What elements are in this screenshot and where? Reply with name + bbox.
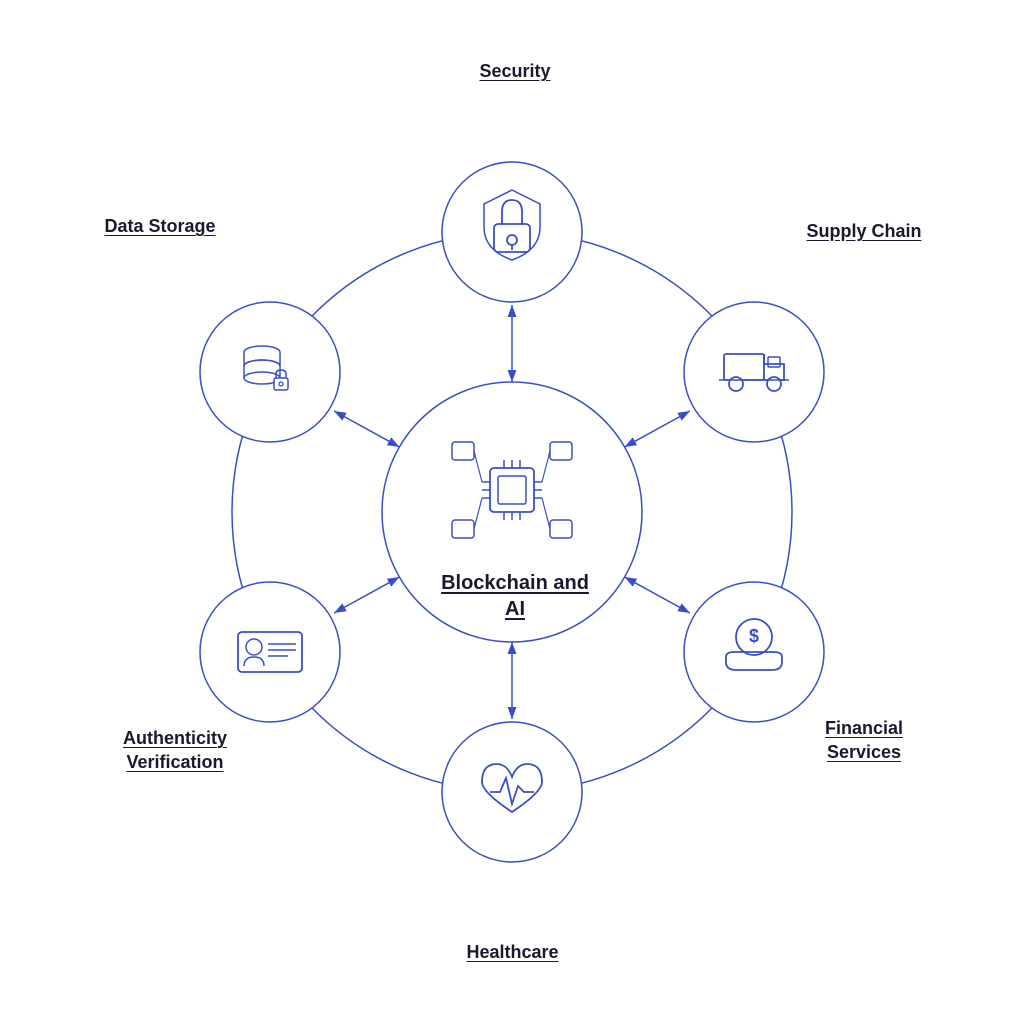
supply-chain-label: Supply Chain: [804, 220, 924, 243]
data-storage-label: Data Storage: [95, 215, 225, 238]
authenticity-label: Authenticity Verification: [90, 727, 260, 774]
diagram-container: $: [0, 0, 1024, 1024]
center-label: Blockchain and AI: [440, 570, 590, 622]
svg-text:$: $: [749, 626, 759, 646]
healthcare-label: Healthcare: [450, 941, 575, 964]
security-label: Security: [460, 60, 570, 83]
financial-label: Financial Services: [799, 717, 929, 764]
